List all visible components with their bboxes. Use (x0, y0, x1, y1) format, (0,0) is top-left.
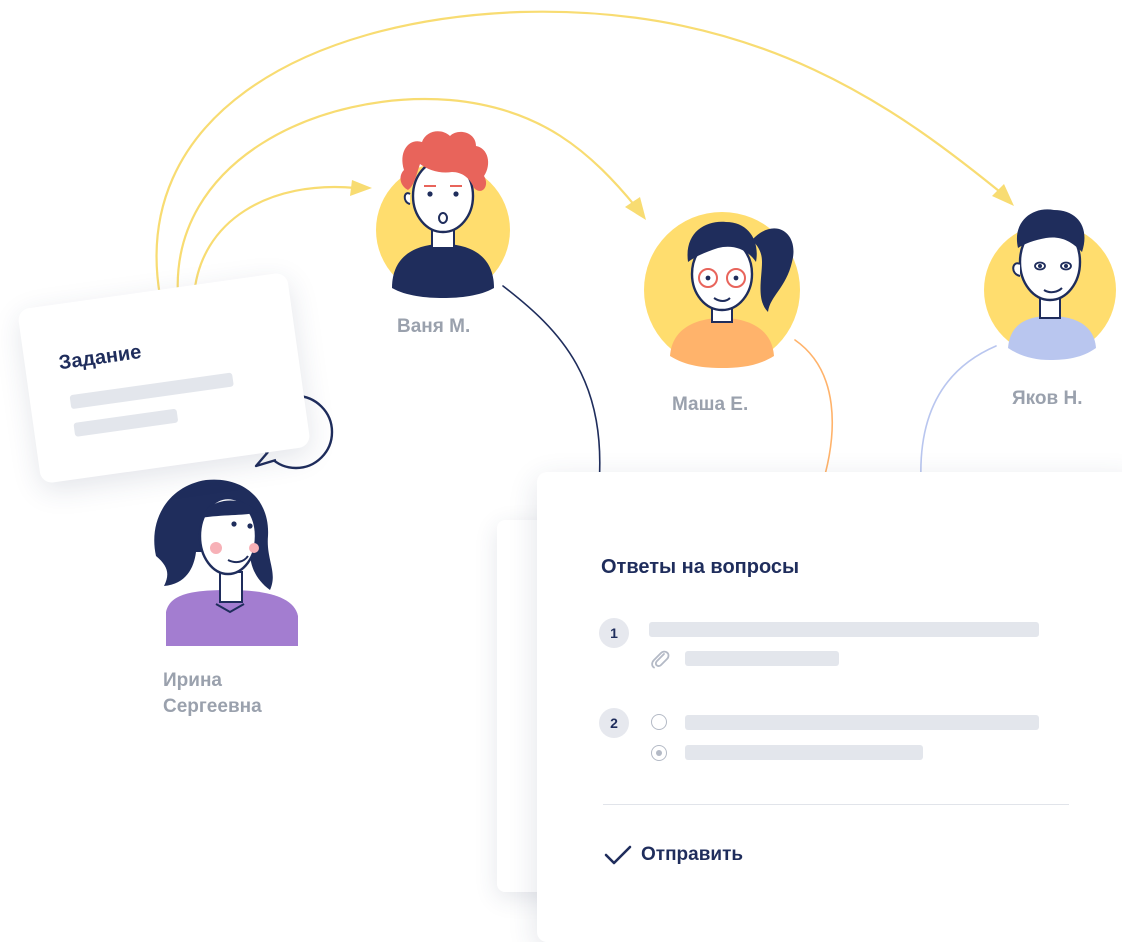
question-number-1: 1 (599, 618, 629, 648)
arrow-masha-to-answers (794, 339, 833, 493)
submit-label: Отправить (641, 844, 744, 865)
divider (603, 804, 1069, 805)
task-card[interactable]: Задание (17, 271, 311, 485)
name-vanya: Ваня М. (397, 316, 471, 337)
radio-option-2[interactable] (651, 745, 667, 761)
name-teacher: Ирина Сергеевна (163, 668, 262, 720)
task-title: Задание (57, 341, 143, 375)
radio-option-1[interactable] (651, 714, 667, 730)
name-yakov: Яков Н. (1012, 388, 1083, 409)
name-masha: Маша Е. (672, 394, 749, 415)
checkmark-icon (604, 845, 632, 865)
option-2-text (685, 745, 923, 760)
name-teacher-line2: Сергеевна (163, 696, 262, 717)
answers-card: Ответы на вопросы 1 2 Отправить (537, 472, 1122, 942)
task-placeholder-line (69, 372, 234, 410)
avatar-masha (644, 212, 800, 368)
question-1-text (649, 622, 1039, 637)
option-1-text (685, 715, 1039, 730)
avatar-vanya (376, 131, 510, 298)
answers-title: Ответы на вопросы (601, 556, 800, 578)
avatar-yakov (984, 209, 1116, 360)
arrow-head-masha (625, 197, 646, 220)
attachment-placeholder (685, 651, 839, 666)
arrow-head-vanya (350, 180, 372, 196)
avatar-teacher (154, 479, 298, 646)
paperclip-icon[interactable] (649, 648, 671, 670)
name-teacher-line1: Ирина (163, 670, 222, 691)
question-number-2: 2 (599, 708, 629, 738)
submit-button[interactable]: Отправить (603, 844, 743, 866)
task-placeholder-line (73, 408, 179, 437)
arrow-vanya-to-answers (502, 285, 601, 497)
